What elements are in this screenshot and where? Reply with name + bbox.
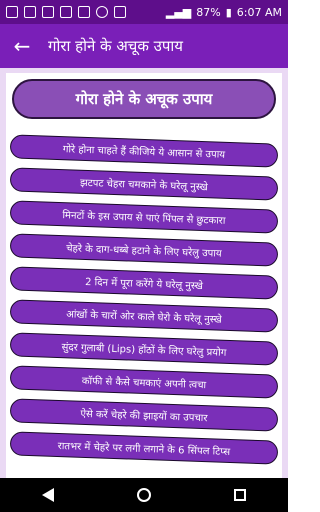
list-heading: गोरा होने के अचूक उपाय — [12, 79, 276, 119]
chat-icon — [42, 6, 54, 18]
list-container[interactable]: गोरा होने के अचूक उपाय गोरे होना चाहते ह… — [6, 73, 282, 478]
app-bar: ← गोरा होने के अचूक उपाय — [0, 24, 288, 68]
arrow-left-icon: ← — [13, 34, 31, 58]
back-button[interactable]: ← — [0, 24, 44, 68]
list-item[interactable]: गोरे होना चाहते हैं कीजिये ये आसान से उप… — [9, 134, 279, 168]
triangle-back-icon — [42, 488, 54, 502]
status-bar: ▂▄▆ 87% ▮ 6:07 AM — [0, 0, 288, 24]
download-icon — [114, 6, 126, 18]
list-item[interactable]: झटपट चेहरा चमकाने के घरेलू नुस्खे — [9, 167, 279, 201]
list-item[interactable]: 2 दिन में पूरा करेंगे ये घरेलू नुस्खे — [9, 266, 279, 300]
whatsapp-icon — [96, 6, 108, 18]
list-item[interactable]: कॉफी से कैसे चमकाएं अपनी त्वचा — [9, 365, 279, 399]
notification-icons — [6, 6, 126, 18]
hd-icon — [60, 6, 72, 18]
nav-home-button[interactable] — [132, 483, 156, 507]
page-title: गोरा होने के अचूक उपाय — [48, 37, 183, 55]
square-recent-icon — [234, 489, 246, 501]
battery-percent: 87% — [196, 5, 221, 19]
list-item[interactable]: मिनटों के इस उपाय से पाएं पिंपल से छुटका… — [9, 200, 279, 234]
navigation-bar — [0, 478, 288, 512]
time: 6:07 AM — [236, 5, 282, 19]
nav-recent-button[interactable] — [228, 483, 252, 507]
list-item[interactable]: ऐसे करें चेहरे की झाइयों का उपचार — [9, 398, 279, 432]
content-area: गोरा होने के अचूक उपाय गोरे होना चाहते ह… — [0, 68, 288, 478]
list-item[interactable]: चेहरे के दाग-धब्बे हटाने के लिए घरेलु उप… — [9, 233, 279, 267]
battery-icon: ▮ — [225, 5, 232, 19]
activity-icon — [24, 6, 36, 18]
list-item[interactable]: रातभर में चेहरे पर लगी लगाने के 6 सिंपल … — [9, 431, 279, 465]
nav-back-button[interactable] — [36, 483, 60, 507]
list-item[interactable]: आंखों के चारों ओर काले घेरो के घरेलू नुस… — [9, 299, 279, 333]
system-icons: ▂▄▆ 87% ▮ 6:07 AM — [166, 6, 282, 19]
signal-icon: ▂▄▆ — [165, 5, 192, 19]
circle-home-icon — [137, 488, 151, 502]
youtube-icon — [78, 6, 90, 18]
list-item[interactable]: सुंदर गुलाबी (Lips) होंठों के लिए घरेलु … — [9, 332, 279, 366]
mail-icon — [6, 6, 18, 18]
